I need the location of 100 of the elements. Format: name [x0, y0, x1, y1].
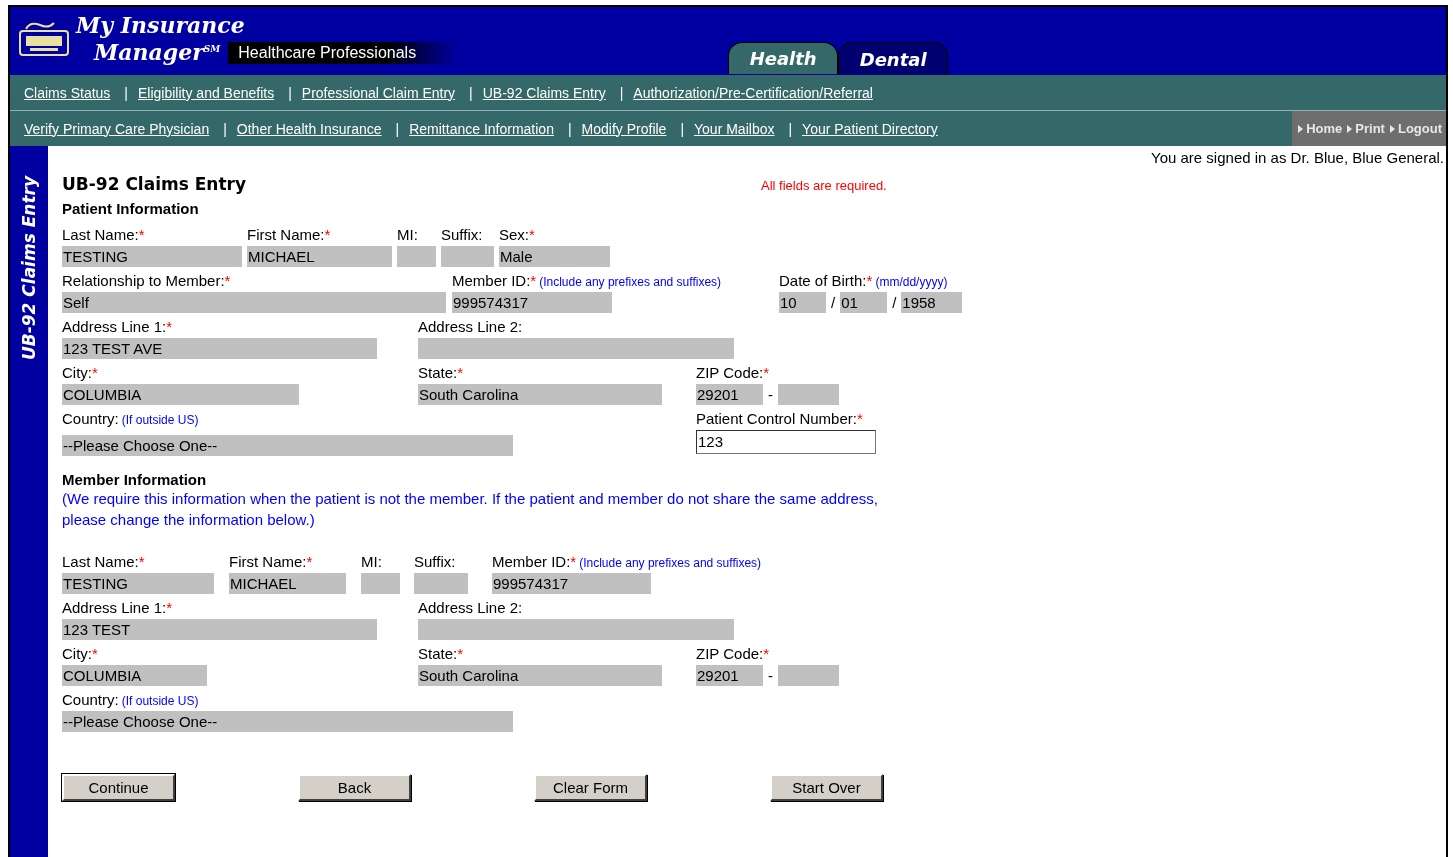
field-label: Suffix:: [441, 225, 484, 245]
field-label: State:*: [418, 363, 465, 383]
input-field[interactable]: [441, 246, 494, 267]
nav-link[interactable]: Other Health Insurance: [236, 120, 386, 137]
nav-link[interactable]: Professional Claim Entry: [301, 84, 460, 101]
nav-link[interactable]: Your Mailbox: [694, 120, 779, 137]
info-note: (We require this information when the patient is not the member. If the patient and member do not share the same address, please change the information below.): [62, 489, 879, 530]
input-field[interactable]: 123 TEST: [62, 619, 377, 640]
field-label: City:*: [62, 644, 99, 664]
signed-in-text: You are signed in as Dr. Blue, Blue General.: [1151, 149, 1445, 166]
triangle-icon: [1298, 124, 1304, 133]
separator: |: [124, 84, 128, 101]
input-field[interactable]: 123: [696, 430, 876, 454]
field-label: Patient Control Number:*: [696, 409, 864, 429]
input-field[interactable]: 29201: [696, 384, 763, 405]
input-field[interactable]: TESTING: [62, 246, 242, 267]
field-label: Country: (If outside US): [62, 409, 200, 429]
field-label: First Name:*: [247, 225, 332, 245]
input-field[interactable]: [418, 338, 734, 359]
input-field[interactable]: 999574317: [492, 573, 651, 594]
input-field[interactable]: South Carolina: [418, 665, 662, 686]
field-label: ZIP Code:*: [696, 363, 771, 383]
field-label: State:*: [418, 644, 465, 664]
tab[interactable]: Health: [728, 42, 839, 74]
field-label: First Name:*: [229, 552, 314, 572]
field-label: Country: (If outside US): [62, 690, 200, 710]
required-note: All fields are required.: [761, 178, 887, 193]
separator: /: [831, 294, 836, 311]
input-field[interactable]: Self: [62, 292, 446, 313]
separator: |: [288, 84, 292, 101]
separator: |: [788, 120, 793, 137]
field-label: Address Line 1:*: [62, 598, 174, 618]
input-field[interactable]: MICHAEL: [247, 246, 392, 267]
sidebar-title: UB-92 Claims Entry: [19, 176, 39, 361]
triangle-icon: [1347, 124, 1353, 133]
input-field[interactable]: [778, 384, 839, 405]
separator: |: [223, 120, 227, 137]
nav-link[interactable]: Your Patient Directory: [802, 120, 942, 137]
form-button[interactable]: Continue: [62, 774, 175, 801]
input-field[interactable]: South Carolina: [418, 384, 662, 405]
input-field[interactable]: --Please Choose One--: [62, 711, 513, 732]
input-field[interactable]: 1958: [901, 292, 963, 313]
field-label: Member ID:* (Include any prefixes and suffixes): [452, 271, 723, 291]
form-button[interactable]: Back: [298, 774, 411, 801]
subtitle-banner: Healthcare Professionals: [228, 42, 457, 65]
input-field[interactable]: 999574317: [452, 292, 612, 313]
field-label: Suffix:: [414, 552, 457, 572]
input-field[interactable]: [414, 573, 468, 594]
separator: /: [892, 294, 897, 311]
input-field[interactable]: 123 TEST AVE: [62, 338, 377, 359]
input-field[interactable]: COLUMBIA: [62, 384, 299, 405]
field-label: Relationship to Member:*: [62, 271, 232, 291]
form-button[interactable]: Clear Form: [534, 774, 647, 801]
separator: -: [768, 667, 773, 684]
page-title: UB-92 Claims Entry: [62, 174, 248, 194]
separator: |: [567, 120, 572, 137]
input-field[interactable]: 01: [840, 292, 888, 313]
select-field[interactable]: --Please Choose One--: [62, 435, 513, 456]
nav-link[interactable]: Verify Primary Care Physician: [24, 120, 214, 137]
nav-link[interactable]: Authorization/Pre-Certification/Referral: [633, 84, 877, 101]
tab[interactable]: Dental: [838, 42, 949, 75]
input-field[interactable]: [778, 665, 839, 686]
input-field[interactable]: 10: [779, 292, 826, 313]
separator: |: [395, 120, 400, 137]
field-label: Address Line 2:: [418, 598, 524, 618]
nav-link[interactable]: Claims Status: [24, 84, 115, 101]
input-field[interactable]: 29201: [696, 665, 763, 686]
field-label: Last Name:*: [62, 552, 146, 572]
field-label: Last Name:*: [62, 225, 146, 245]
nav-link[interactable]: Modify Profile: [581, 120, 671, 137]
input-field[interactable]: [397, 246, 436, 267]
field-label: Member ID:* (Include any prefixes and suffixes): [492, 552, 763, 572]
nav-link[interactable]: Remittance Information: [409, 120, 558, 137]
form-button[interactable]: Start Over: [770, 774, 883, 801]
field-label: City:*: [62, 363, 99, 383]
field-label: ZIP Code:*: [696, 644, 771, 664]
section-heading: Member Information: [62, 471, 208, 488]
nav-link[interactable]: Eligibility and Benefits: [138, 84, 279, 101]
field-label: Date of Birth:* (mm/dd/yyyy): [779, 271, 949, 291]
separator: -: [768, 386, 773, 403]
triangle-icon: [1389, 124, 1395, 133]
field-label: MI:: [361, 552, 383, 572]
input-field[interactable]: Male: [499, 246, 610, 267]
field-label: MI:: [397, 225, 419, 245]
input-field[interactable]: [361, 573, 400, 594]
utility-link[interactable]: Home: [1298, 121, 1343, 136]
logo: My Insurance Manager$^{SM}$ Healthcare Professionals: [76, 13, 457, 65]
input-field[interactable]: TESTING: [62, 573, 214, 594]
field-label: Sex:*: [499, 225, 536, 245]
nav-link[interactable]: UB-92 Claims Entry: [482, 84, 610, 101]
separator: |: [469, 84, 473, 101]
separator: |: [619, 84, 624, 101]
input-field[interactable]: [418, 619, 734, 640]
field-label: Address Line 1:*: [62, 317, 174, 337]
section-heading: Patient Information: [62, 200, 200, 217]
input-field[interactable]: MICHAEL: [229, 573, 346, 594]
utility-link[interactable]: Print: [1347, 121, 1385, 136]
utility-link[interactable]: Logout: [1389, 121, 1442, 136]
field-label: Address Line 2:: [418, 317, 524, 337]
input-field[interactable]: COLUMBIA: [62, 665, 207, 686]
